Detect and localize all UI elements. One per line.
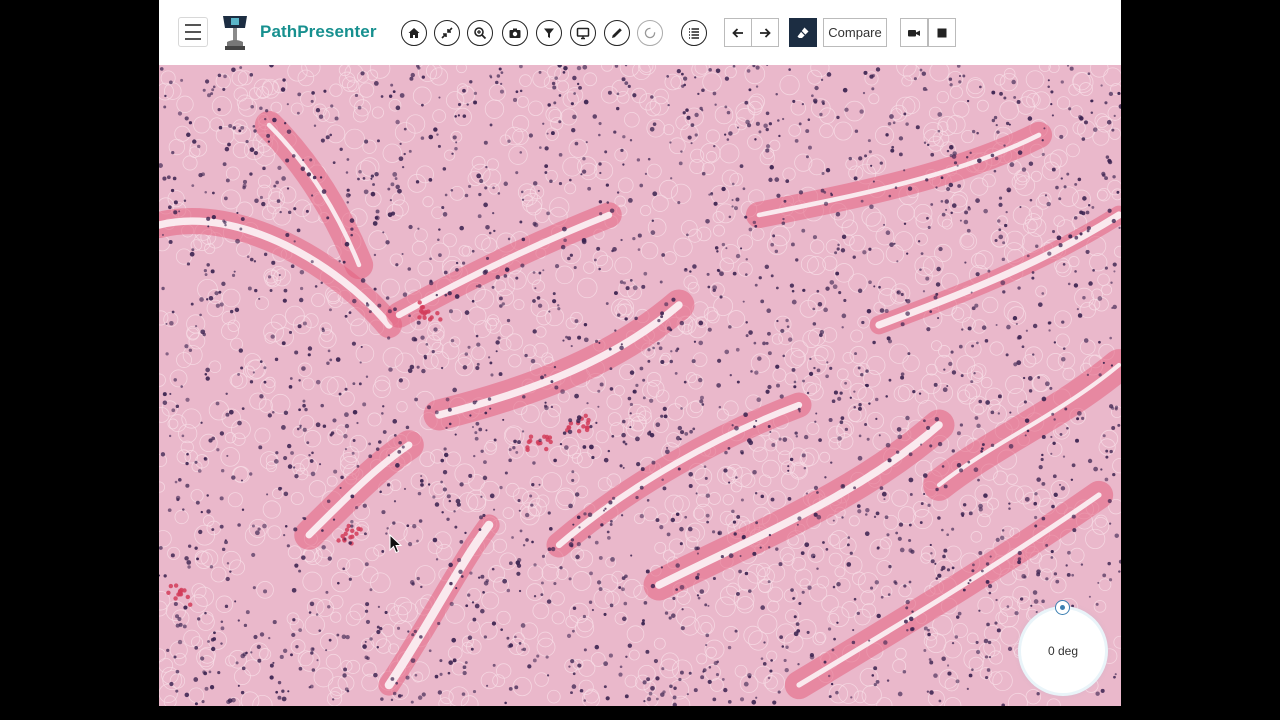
- filter-icon: [544, 28, 554, 38]
- snapshot-button[interactable]: [502, 20, 528, 46]
- zoom-button[interactable]: [467, 20, 493, 46]
- presentation-button[interactable]: [570, 20, 596, 46]
- home-icon: [408, 28, 420, 38]
- stop-icon: [937, 28, 947, 37]
- list-button[interactable]: [681, 20, 707, 46]
- stop-button[interactable]: [928, 18, 956, 47]
- eraser-icon: [797, 27, 809, 38]
- menu-icon[interactable]: [178, 17, 208, 47]
- arrow-right-icon: [760, 27, 771, 38]
- zoom-icon: [474, 27, 487, 40]
- annotation-tool-button[interactable]: [789, 18, 817, 47]
- mouse-pointer-icon: [389, 534, 403, 554]
- camera-icon: [509, 28, 521, 38]
- rotation-label: 0 deg: [1047, 644, 1079, 658]
- monitor-icon: [576, 27, 590, 40]
- forward-button[interactable]: [751, 18, 779, 47]
- rotate-button[interactable]: [637, 20, 663, 46]
- tissue-slide-image[interactable]: [159, 65, 1121, 706]
- home-button[interactable]: [401, 20, 427, 46]
- annotate-button[interactable]: [604, 20, 630, 46]
- microscope-logo-icon: [223, 16, 247, 50]
- pencil-icon: [612, 28, 622, 38]
- slide-viewer[interactable]: 0 deg: [159, 65, 1121, 706]
- pathpresenter-app: PathPresenter Compare 0 deg: [159, 0, 1121, 706]
- compress-icon: [441, 27, 453, 39]
- rotate-icon: [644, 27, 656, 39]
- compare-button[interactable]: Compare: [823, 18, 887, 47]
- rotation-handle[interactable]: [1055, 600, 1070, 615]
- fit-button[interactable]: [434, 20, 460, 46]
- arrow-left-icon: [732, 27, 743, 38]
- list-icon: [689, 28, 699, 39]
- back-button[interactable]: [724, 18, 752, 47]
- record-button[interactable]: [900, 18, 928, 47]
- toolbar: PathPresenter Compare: [159, 0, 1121, 66]
- app-title: PathPresenter: [260, 22, 377, 41]
- filter-button[interactable]: [536, 20, 562, 46]
- video-camera-icon: [908, 29, 920, 36]
- rotation-dial[interactable]: 0 deg: [1021, 600, 1105, 693]
